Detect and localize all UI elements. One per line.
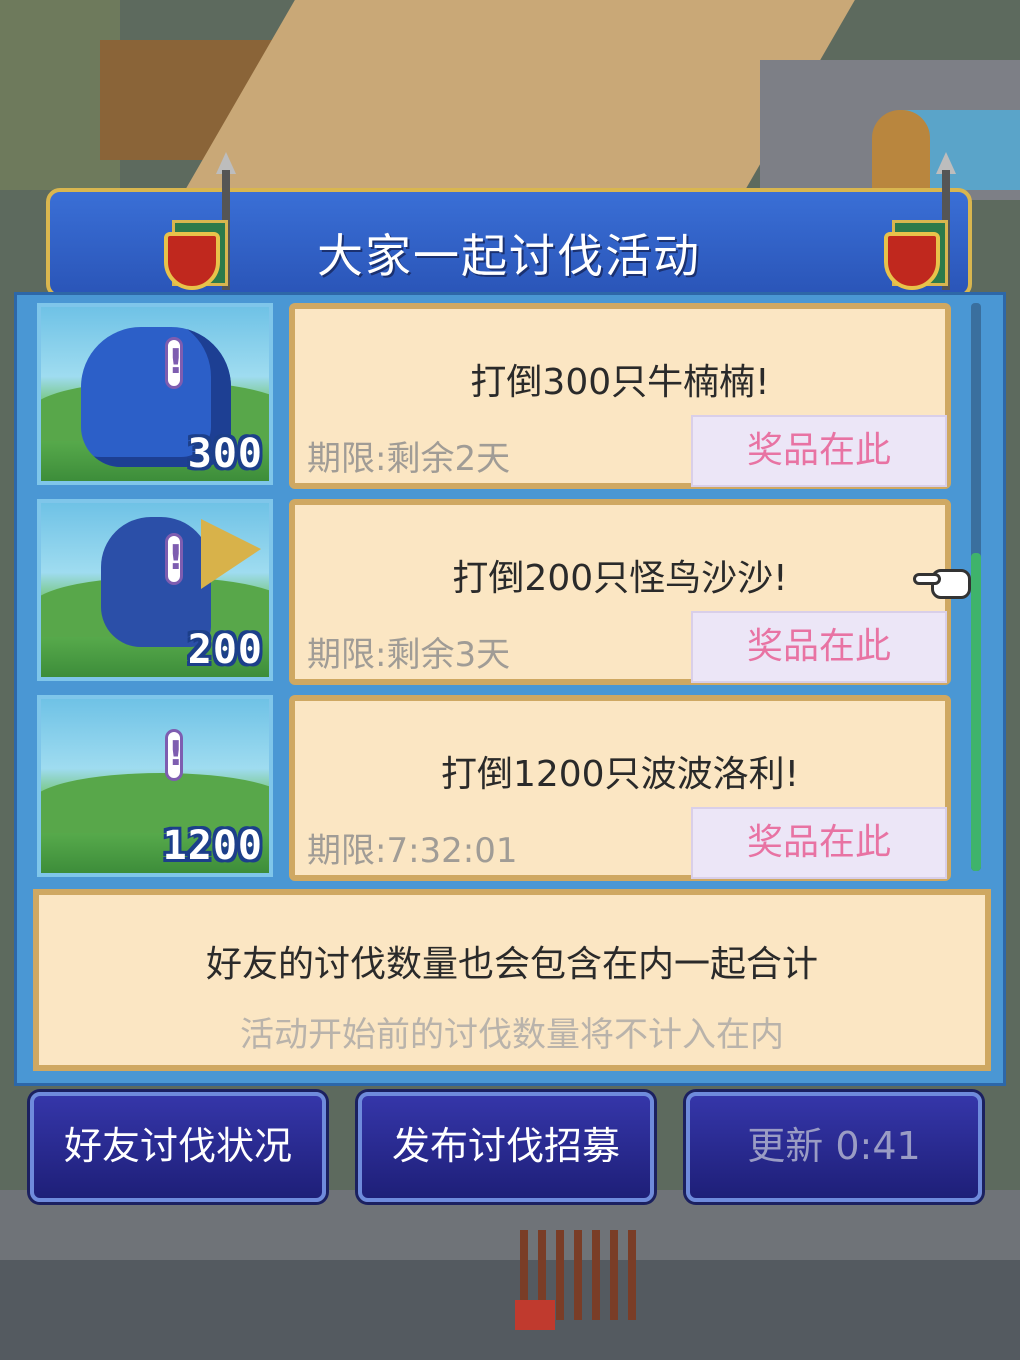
friend-status-button[interactable]: 好友讨伐状况 [30,1092,326,1202]
mission-card: 打倒300只牛楠楠! 期限:剩余2天 奖品在此 [289,303,951,489]
info-line-primary: 好友的讨伐数量也会包含在内一起合计 [205,944,818,985]
reward-button[interactable]: 奖品在此 [691,611,947,683]
reward-button[interactable]: 奖品在此 [691,415,947,487]
event-info-box: 好友的讨伐数量也会包含在内一起合计 活动开始前的讨伐数量将不计入在内 [33,889,991,1071]
background-flag [515,1300,555,1330]
kill-target-count: 200 [187,627,263,673]
mission-card: 打倒1200只波波洛利! 期限:7:32:01 奖品在此 [289,695,951,881]
background-bottom-stone [0,1260,1020,1360]
kill-target-count: 1200 [162,823,263,869]
event-panel: ! 300 打倒300只牛楠楠! 期限:剩余2天 奖品在此 ! 200 打倒20… [14,292,1006,1086]
background-tower [872,110,930,200]
mission-deadline: 期限:剩余2天 [307,439,511,479]
mission-text: 打倒1200只波波洛利! [440,754,800,795]
dialog-title-bar: 大家一起讨伐活动 [46,152,972,298]
mission-text: 打倒200只怪鸟沙沙! [452,558,788,599]
crest-emblem-right [882,152,956,290]
dialog-title: 大家一起讨伐活动 [317,229,701,283]
mission-row: ! 200 打倒200只怪鸟沙沙! 期限:剩余3天 奖品在此 [37,499,963,685]
mission-deadline: 期限:7:32:01 [307,831,518,871]
mission-text: 打倒300只牛楠楠! [470,362,770,403]
post-recruit-button[interactable]: 发布讨伐招募 [358,1092,654,1202]
mission-deadline: 期限:剩余3天 [307,635,511,675]
monster-thumbnail: ! 200 [37,499,273,681]
shield-icon [884,232,940,290]
alert-icon: ! [165,533,184,585]
refresh-button[interactable]: 更新 0:41 [686,1092,982,1202]
kill-target-count: 300 [187,431,263,477]
info-line-secondary: 活动开始前的讨伐数量将不计入在内 [240,1015,784,1055]
pointing-hand-icon [913,563,973,603]
alert-icon: ! [165,337,184,389]
reward-button[interactable]: 奖品在此 [691,807,947,879]
monster-thumbnail: ! 1200 [37,695,273,877]
mission-card: 打倒200只怪鸟沙沙! 期限:剩余3天 奖品在此 [289,499,951,685]
hand-finger-shape [913,573,941,585]
monster-thumbnail: ! 300 [37,303,273,485]
background-sand-courtyard [185,0,855,190]
alert-icon: ! [165,729,184,781]
mission-row: ! 1200 打倒1200只波波洛利! 期限:7:32:01 奖品在此 [37,695,963,881]
mission-row: ! 300 打倒300只牛楠楠! 期限:剩余2天 奖品在此 [37,303,963,489]
bird-beak-icon [201,519,261,589]
